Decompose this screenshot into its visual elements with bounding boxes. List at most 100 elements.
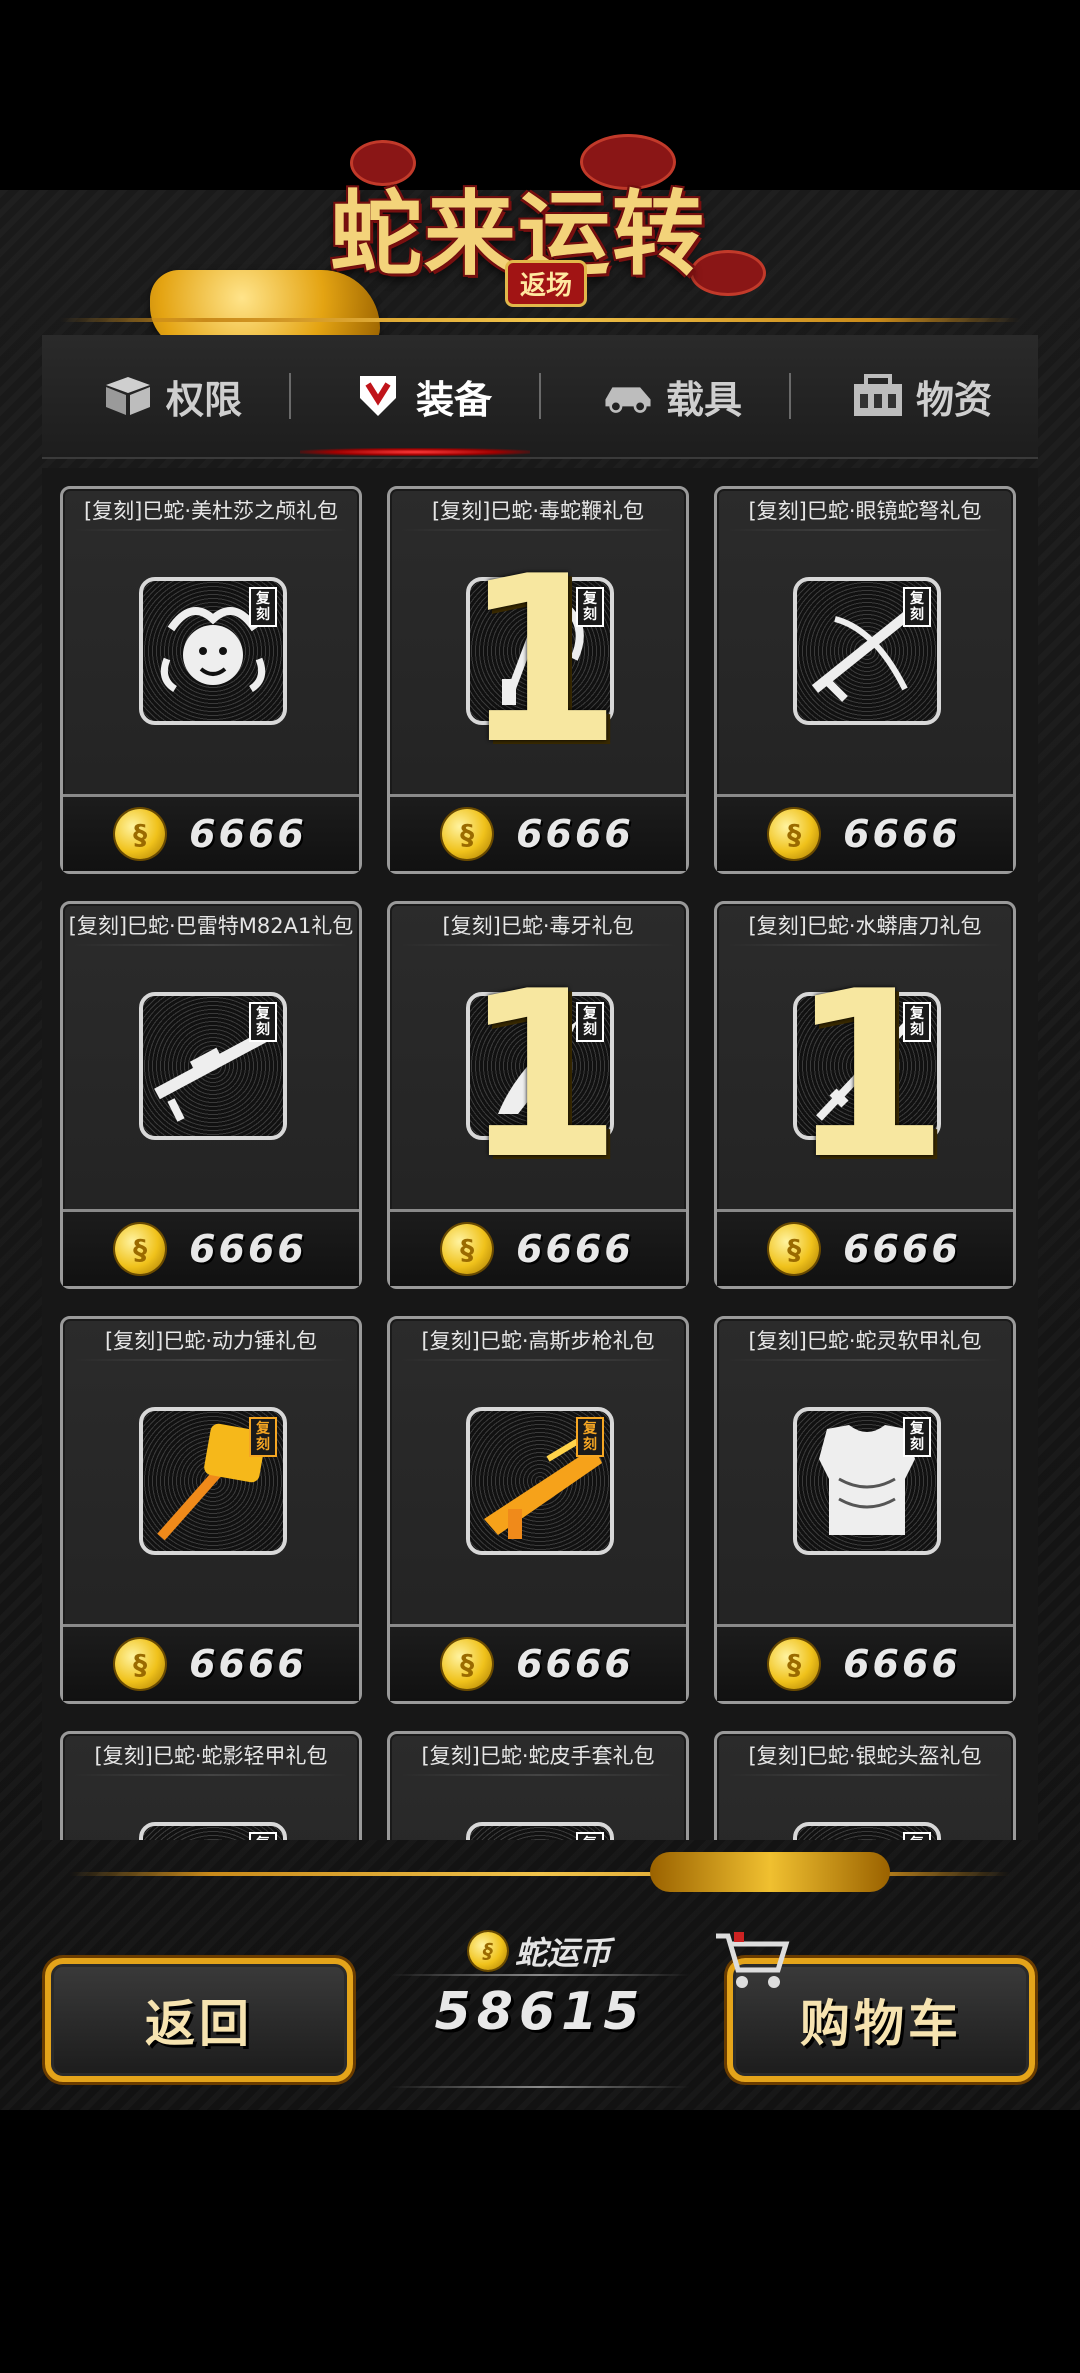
coin-icon: § [442, 1224, 493, 1274]
price-bar: § 6666 [717, 1624, 1013, 1701]
tab-label: 载具 [665, 377, 742, 422]
item-name: [复刻]巳蛇·蛇影轻甲礼包 [94, 1744, 328, 1768]
item-card[interactable]: [复刻]巳蛇·水蟒唐刀礼包 复刻 1 § 6666 [714, 901, 1016, 1289]
tab-separator [539, 373, 541, 419]
item-price: 6666 [516, 1642, 634, 1686]
divider [390, 1974, 690, 1976]
shopping-cart-icon [712, 1930, 792, 1990]
price-bar: § 6666 [390, 794, 686, 871]
currency-balance: 58615 [434, 1982, 646, 2042]
currency-label: 蛇运币 [514, 1934, 611, 1972]
item-name: [复刻]巳蛇·巴雷特M82A1礼包 [68, 914, 354, 938]
coin-icon: § [115, 1639, 166, 1689]
tab-label: 权限 [165, 377, 242, 422]
item-image: 复刻 [139, 992, 287, 1140]
replica-tag: 复刻 [249, 1417, 277, 1457]
active-tab-indicator [300, 448, 530, 456]
item-card[interactable]: [复刻]巳蛇·银蛇头盔礼包 复刻 [714, 1731, 1016, 1840]
price-bar: § 6666 [717, 794, 1013, 871]
price-bar: § 6666 [390, 1624, 686, 1701]
divider [727, 529, 1003, 531]
divider [73, 944, 349, 946]
divider [73, 1359, 349, 1361]
item-price: 6666 [843, 812, 961, 856]
item-name: [复刻]巳蛇·水蟒唐刀礼包 [748, 914, 982, 938]
item-price: 6666 [189, 812, 307, 856]
item-card[interactable]: [复刻]巳蛇·高斯步枪礼包 复刻 § 6666 [387, 1316, 689, 1704]
item-name: [复刻]巳蛇·银蛇头盔礼包 [748, 1744, 982, 1768]
item-price: 6666 [516, 812, 634, 856]
item-image: 复刻 [139, 1822, 287, 1840]
replica-tag: 复刻 [903, 1417, 931, 1457]
cart-label: 购物车 [800, 1995, 962, 2053]
replica-tag: 复刻 [249, 587, 277, 627]
currency-display: § 蛇运币 58615 [390, 1928, 690, 2088]
price-bar: § 6666 [63, 1624, 359, 1701]
item-grid[interactable]: [复刻]巳蛇·美杜莎之颅礼包 复刻 § 6666 [复刻]巳蛇·毒蛇鞭礼包 复刻… [42, 468, 1038, 1840]
car-icon [602, 370, 654, 422]
item-card[interactable]: [复刻]巳蛇·动力锤礼包 复刻 § 6666 [60, 1316, 362, 1704]
item-name: [复刻]巳蛇·蛇灵软甲礼包 [748, 1329, 982, 1353]
item-price: 6666 [843, 1642, 961, 1686]
item-card[interactable]: [复刻]巳蛇·毒牙礼包 复刻 1 § 6666 [387, 901, 689, 1289]
item-name: [复刻]巳蛇·眼镜蛇弩礼包 [748, 499, 982, 523]
tab-equipment[interactable]: 装备 [312, 335, 532, 457]
replica-tag: 复刻 [576, 1417, 604, 1457]
item-price: 6666 [189, 1642, 307, 1686]
number-overlay: 1 [462, 528, 623, 795]
item-card[interactable]: [复刻]巳蛇·美杜莎之颅礼包 复刻 § 6666 [60, 486, 362, 874]
supply-crate-icon [852, 370, 904, 422]
item-image: 复刻 [793, 1822, 941, 1840]
divider [73, 1774, 349, 1776]
subtitle-badge: 返场 [505, 260, 588, 307]
item-image: 复刻 [139, 577, 287, 725]
item-image: 复刻 [466, 1407, 614, 1555]
item-card[interactable]: [复刻]巳蛇·蛇影轻甲礼包 复刻 [60, 1731, 362, 1840]
tab-label: 物资 [915, 377, 992, 422]
item-name: [复刻]巳蛇·动力锤礼包 [104, 1329, 318, 1353]
tab-label: 装备 [415, 377, 492, 422]
replica-tag: 复刻 [249, 1002, 277, 1042]
divider [727, 1774, 1003, 1776]
coin-icon: § [115, 1224, 166, 1274]
coin-icon: § [468, 1932, 507, 1970]
tab-separator [289, 373, 291, 419]
divider [727, 1359, 1003, 1361]
tab-supplies[interactable]: 物资 [812, 335, 1032, 457]
item-name: [复刻]巳蛇·毒牙礼包 [442, 914, 634, 938]
item-image: 复刻 [793, 1407, 941, 1555]
replica-tag: 复刻 [576, 1832, 604, 1840]
item-card[interactable]: [复刻]巳蛇·巴雷特M82A1礼包 复刻 § 6666 [60, 901, 362, 1289]
coin-icon: § [769, 809, 820, 859]
replica-tag: 复刻 [903, 1832, 931, 1840]
armor-shield-icon [352, 370, 404, 422]
item-price: 6666 [516, 1227, 634, 1271]
tab-permissions[interactable]: 权限 [62, 335, 282, 457]
item-image: 复刻 [466, 1822, 614, 1840]
item-card[interactable]: [复刻]巳蛇·眼镜蛇弩礼包 复刻 § 6666 [714, 486, 1016, 874]
currency-label-row: § 蛇运币 [390, 1928, 690, 1974]
divider [400, 1359, 676, 1361]
item-name: [复刻]巳蛇·蛇皮手套礼包 [421, 1744, 655, 1768]
replica-tag: 复刻 [903, 587, 931, 627]
item-card[interactable]: [复刻]巳蛇·蛇皮手套礼包 复刻 [387, 1731, 689, 1840]
item-name: [复刻]巳蛇·毒蛇鞭礼包 [431, 499, 645, 523]
item-card[interactable]: [复刻]巳蛇·蛇灵软甲礼包 复刻 § 6666 [714, 1316, 1016, 1704]
item-card[interactable]: [复刻]巳蛇·毒蛇鞭礼包 复刻 1 § 6666 [387, 486, 689, 874]
tab-vehicles[interactable]: 载具 [562, 335, 782, 457]
price-bar: § 6666 [390, 1209, 686, 1286]
price-bar: § 6666 [717, 1209, 1013, 1286]
item-price: 6666 [843, 1227, 961, 1271]
coin-icon: § [115, 809, 166, 859]
item-name: [复刻]巳蛇·高斯步枪礼包 [421, 1329, 655, 1353]
divider [390, 2086, 690, 2088]
divider [60, 318, 1020, 322]
coin-icon: § [442, 809, 493, 859]
price-bar: § 6666 [63, 1209, 359, 1286]
price-bar: § 6666 [63, 794, 359, 871]
item-price: 6666 [189, 1227, 307, 1271]
category-tabs: 权限 装备 载具 物资 [42, 335, 1038, 459]
number-overlay: 1 [789, 943, 950, 1210]
back-button[interactable]: 返回 [45, 1958, 353, 2082]
coin-icon: § [442, 1639, 493, 1689]
